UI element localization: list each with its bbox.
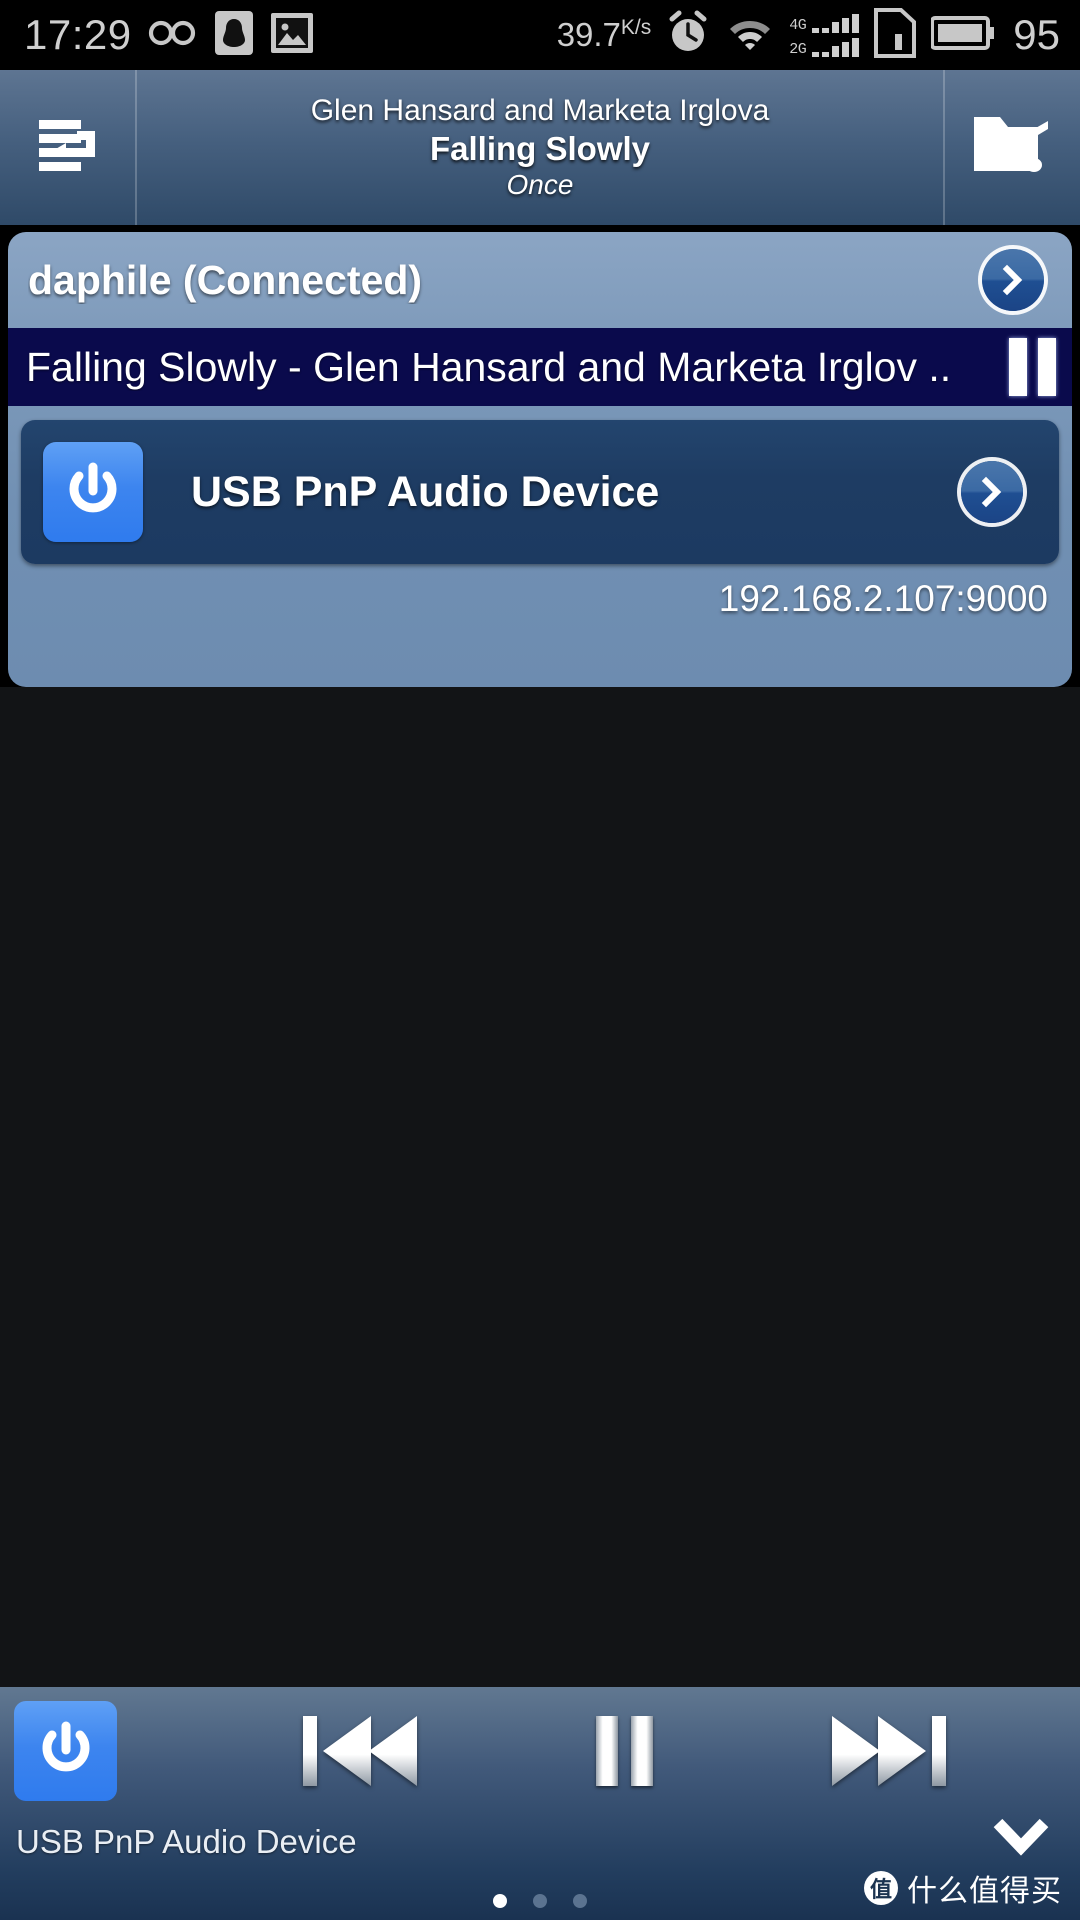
device-detail-button[interactable] — [961, 461, 1023, 523]
chevron-right-circle-icon — [975, 475, 1009, 509]
playlist-queue-button[interactable] — [0, 70, 135, 225]
title-bar: Glen Hansard and Marketa Irglova Falling… — [0, 70, 1080, 225]
signal-strength-icon: 4G 2G — [789, 13, 860, 57]
device-card[interactable]: USB PnP Audio Device — [21, 420, 1059, 564]
image-icon — [270, 11, 314, 60]
signal-2g-icon: 2G — [789, 37, 860, 57]
expand-player-button[interactable] — [992, 1815, 1050, 1864]
power-icon — [33, 1716, 99, 1787]
server-detail-button[interactable] — [982, 249, 1044, 311]
alarm-clock-icon — [665, 10, 711, 61]
track-title: Falling Slowly — [429, 129, 651, 167]
server-name: daphile (Connected) — [28, 256, 423, 303]
page-dot[interactable] — [533, 1894, 547, 1908]
server-row[interactable]: daphile (Connected) — [8, 232, 1072, 328]
next-track-button[interactable] — [826, 1706, 956, 1796]
track-artist: Glen Hansard and Marketa Irglova — [310, 94, 770, 128]
track-album: Once — [506, 169, 574, 201]
next-track-icon — [826, 1706, 956, 1796]
music-library-button[interactable] — [945, 70, 1080, 225]
watermark-badge: 值 — [864, 1871, 898, 1905]
device-name: USB PnP Audio Device — [191, 467, 660, 516]
playlist-queue-icon — [25, 102, 111, 193]
signal-4g-icon: 4G — [789, 13, 860, 33]
infinity-icon — [148, 15, 198, 56]
server-panel: daphile (Connected) Falling Slowly - Gle… — [8, 232, 1072, 687]
page-dot[interactable] — [573, 1894, 587, 1908]
page-dot[interactable] — [493, 1894, 507, 1908]
folder-music-icon — [968, 103, 1058, 192]
status-bar: 17:29 39.7K/s 4G 2G 95 — [0, 0, 1080, 70]
qq-penguin-icon — [214, 10, 254, 61]
now-playing-info[interactable]: Glen Hansard and Marketa Irglova Falling… — [137, 70, 943, 225]
status-bar-left: 17:29 — [0, 10, 314, 61]
pause-icon[interactable] — [1009, 338, 1056, 396]
transport-button-group — [117, 1706, 1042, 1796]
wifi-icon — [725, 13, 775, 58]
now-playing-strip[interactable]: Falling Slowly - Glen Hansard and Market… — [8, 328, 1072, 406]
player-power-button[interactable] — [14, 1701, 117, 1801]
battery-icon — [930, 15, 995, 56]
chevron-right-circle-icon — [996, 263, 1030, 297]
bottom-bar-footer: USB PnP Audio Device 值 什么值得买 — [0, 1815, 1080, 1920]
status-clock: 17:29 — [24, 11, 132, 58]
previous-track-icon — [293, 1706, 423, 1796]
pause-button[interactable] — [595, 1716, 653, 1786]
main-content-area — [0, 687, 1080, 1687]
status-bar-right: 39.7K/s 4G 2G 95 — [557, 7, 1080, 64]
previous-track-button[interactable] — [293, 1706, 423, 1796]
transport-controls — [0, 1687, 1080, 1815]
power-icon — [60, 457, 126, 528]
watermark-text: 什么值得买 — [907, 1875, 1062, 1908]
network-speed: 39.7K/s — [556, 16, 652, 53]
chevron-down-icon — [992, 1818, 1050, 1863]
server-address: 192.168.2.107:9000 — [718, 578, 1048, 619]
bottom-control-bar: USB PnP Audio Device 值 什么值得买 — [0, 1687, 1080, 1920]
sim-card-icon — [873, 7, 917, 64]
now-playing-text: Falling Slowly - Glen Hansard and Market… — [26, 343, 952, 390]
server-address-row: 192.168.2.107:9000 — [8, 564, 1072, 634]
device-power-button[interactable] — [43, 442, 143, 542]
battery-percent: 95 — [1013, 11, 1060, 58]
watermark: 值 什么值得买 — [864, 1866, 1062, 1910]
current-device-label: USB PnP Audio Device — [16, 1823, 357, 1860]
pause-icon — [595, 1716, 653, 1786]
